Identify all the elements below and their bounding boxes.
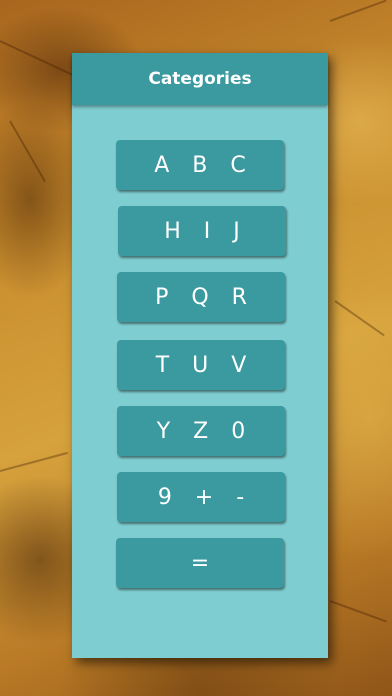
panel-header: Categories bbox=[72, 53, 328, 105]
category-label: H I J bbox=[164, 218, 248, 244]
category-button-pqr[interactable]: P Q R bbox=[117, 272, 285, 322]
background-crack bbox=[0, 451, 68, 472]
category-label: 9 + - bbox=[157, 484, 253, 510]
category-label: Y Z 0 bbox=[156, 418, 254, 444]
category-label: T U V bbox=[155, 352, 255, 378]
category-button-tuv[interactable]: T U V bbox=[117, 340, 285, 390]
category-button-symbols[interactable]: 9 + - bbox=[117, 472, 285, 522]
background-crack bbox=[0, 40, 82, 80]
background-crack bbox=[329, 0, 387, 22]
background-crack bbox=[329, 600, 387, 623]
category-label: A B C bbox=[154, 152, 254, 178]
category-button-abc[interactable]: A B C bbox=[116, 140, 284, 190]
panel-title: Categories bbox=[148, 69, 252, 89]
category-button-equals[interactable]: = bbox=[116, 538, 284, 588]
category-button-yz0[interactable]: Y Z 0 bbox=[117, 406, 285, 456]
background-crack bbox=[334, 300, 385, 337]
category-label: = bbox=[190, 550, 218, 576]
background-crack bbox=[9, 120, 46, 183]
category-label: P Q R bbox=[155, 284, 255, 310]
categories-panel: Categories A B C H I J P Q R T U V Y Z 0… bbox=[72, 53, 328, 658]
category-button-hij[interactable]: H I J bbox=[118, 206, 286, 256]
